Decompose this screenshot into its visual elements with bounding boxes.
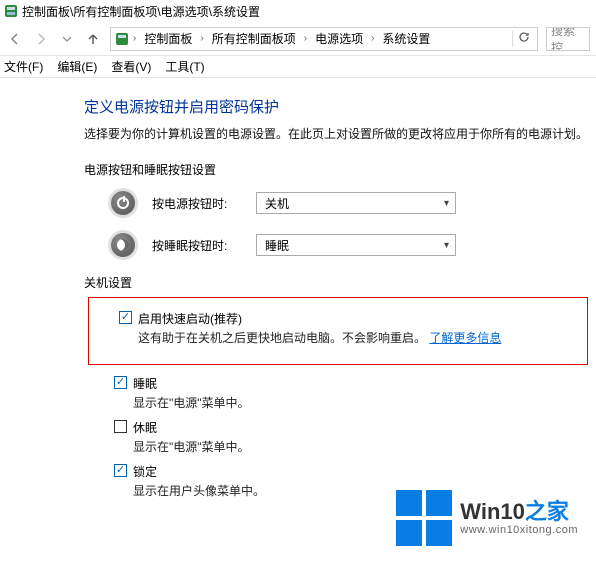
divider bbox=[512, 31, 513, 47]
power-button-label: 按电源按钮时: bbox=[152, 195, 242, 212]
breadcrumb-item[interactable]: 所有控制面板项 bbox=[208, 30, 300, 47]
sleep-checkbox[interactable]: ✓ bbox=[114, 376, 127, 389]
window-title: 控制面板\所有控制面板项\电源选项\系统设置 bbox=[22, 3, 260, 20]
window-titlebar: 控制面板\所有控制面板项\电源选项\系统设置 bbox=[0, 0, 596, 22]
content-area: 定义电源按钮并启用密码保护 选择要为你的计算机设置的电源设置。在此页上对设置所做… bbox=[0, 78, 596, 499]
watermark-url: www.win10xitong.com bbox=[460, 524, 578, 536]
chevron-right-icon[interactable]: › bbox=[198, 33, 205, 44]
chevron-right-icon[interactable]: › bbox=[369, 33, 376, 44]
chevron-down-icon: ▾ bbox=[444, 240, 449, 251]
nav-forward-button[interactable] bbox=[32, 30, 50, 48]
fast-startup-highlight: ✓ 启用快速启动(推荐) 这有助于在关机之后更快地启动电脑。不会影响重启。 了解… bbox=[88, 297, 588, 365]
search-placeholder: 搜索控 bbox=[551, 27, 585, 51]
fast-startup-description: 这有助于在关机之后更快地启动电脑。不会影响重启。 了解更多信息 bbox=[138, 329, 577, 346]
control-panel-icon bbox=[4, 4, 18, 18]
power-button-row: 按电源按钮时: 关机 ▾ bbox=[108, 188, 596, 218]
chevron-right-icon[interactable]: › bbox=[302, 33, 309, 44]
learn-more-link[interactable]: 了解更多信息 bbox=[429, 331, 501, 345]
chevron-down-icon: ▾ bbox=[444, 198, 449, 209]
select-value: 关机 bbox=[265, 195, 289, 212]
watermark-title: Win10之家 bbox=[460, 500, 578, 524]
lock-checkbox[interactable]: ✓ bbox=[114, 464, 127, 477]
menu-bar: 文件(F) 编辑(E) 查看(V) 工具(T) bbox=[0, 56, 596, 78]
fast-startup-checkbox[interactable]: ✓ bbox=[119, 311, 132, 324]
watermark: Win10之家 www.win10xitong.com bbox=[396, 490, 578, 546]
page-title: 定义电源按钮并启用密码保护 bbox=[84, 96, 596, 117]
menu-edit[interactable]: 编辑(E) bbox=[57, 58, 97, 75]
power-sleep-section-label: 电源按钮和睡眠按钮设置 bbox=[84, 161, 596, 178]
hibernate-option-desc: 显示在"电源"菜单中。 bbox=[133, 438, 596, 455]
lock-option-label: 锁定 bbox=[133, 463, 157, 480]
sleep-option-desc: 显示在"电源"菜单中。 bbox=[133, 394, 596, 411]
search-input[interactable]: 搜索控 bbox=[546, 27, 590, 51]
control-panel-icon bbox=[115, 32, 129, 46]
breadcrumb-item[interactable]: 电源选项 bbox=[311, 30, 367, 47]
breadcrumb-bar[interactable]: › 控制面板 › 所有控制面板项 › 电源选项 › 系统设置 bbox=[110, 27, 538, 51]
sleep-icon bbox=[108, 230, 138, 260]
hibernate-option-label: 休眠 bbox=[133, 419, 157, 436]
fast-startup-label: 启用快速启动(推荐) bbox=[138, 310, 242, 327]
nav-back-button[interactable] bbox=[6, 30, 24, 48]
menu-view[interactable]: 查看(V) bbox=[111, 58, 151, 75]
sleep-button-label: 按睡眠按钮时: bbox=[152, 237, 242, 254]
shutdown-settings-label: 关机设置 bbox=[84, 274, 596, 291]
power-button-action-select[interactable]: 关机 ▾ bbox=[256, 192, 456, 214]
hibernate-checkbox[interactable] bbox=[114, 420, 127, 433]
refresh-icon[interactable] bbox=[515, 31, 533, 46]
menu-file[interactable]: 文件(F) bbox=[4, 58, 43, 75]
chevron-right-icon[interactable]: › bbox=[131, 33, 138, 44]
nav-up-button[interactable] bbox=[84, 30, 102, 48]
sleep-button-row: 按睡眠按钮时: 睡眠 ▾ bbox=[108, 230, 596, 260]
breadcrumb-item[interactable]: 控制面板 bbox=[140, 30, 196, 47]
select-value: 睡眠 bbox=[265, 237, 289, 254]
navigation-bar: › 控制面板 › 所有控制面板项 › 电源选项 › 系统设置 搜索控 bbox=[0, 22, 596, 56]
windows-logo-icon bbox=[396, 490, 452, 546]
breadcrumb-item[interactable]: 系统设置 bbox=[378, 30, 434, 47]
power-icon bbox=[108, 188, 138, 218]
sleep-button-action-select[interactable]: 睡眠 ▾ bbox=[256, 234, 456, 256]
sleep-option-label: 睡眠 bbox=[133, 375, 157, 392]
nav-history-dropdown[interactable] bbox=[58, 30, 76, 48]
page-description: 选择要为你的计算机设置的电源设置。在此页上对设置所做的更改将应用于你所有的电源计… bbox=[84, 125, 596, 143]
menu-tools[interactable]: 工具(T) bbox=[165, 58, 204, 75]
